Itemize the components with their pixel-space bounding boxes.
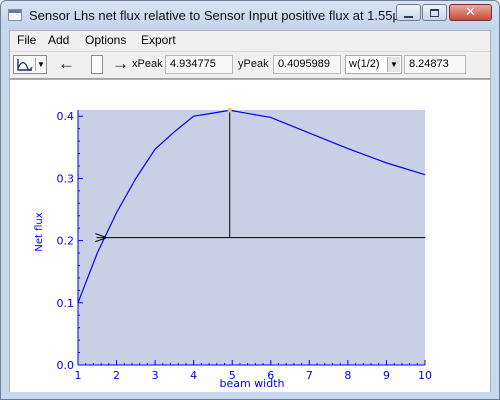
y-peak-label: yPeak [238, 58, 269, 70]
close-button[interactable]: ✕ [449, 4, 492, 21]
peak-marker-point [227, 108, 232, 113]
toolbar: ▼ ← → xPeak 4.934775 yPeak 0.4095989 w(1… [10, 51, 490, 79]
y-tick-label: 0.4 [57, 110, 75, 123]
y-tick-label: 0.2 [57, 235, 75, 248]
axis-style-dropdown-arrow: ▼ [35, 58, 46, 71]
width-measure-select[interactable]: w(1/2) ▼ [345, 55, 402, 74]
x-tick-label: 4 [190, 369, 197, 382]
y-peak-value: 0.4095989 [273, 55, 341, 74]
close-icon: ✕ [465, 5, 476, 20]
window-title: Sensor Lhs net flux relative to Sensor I… [29, 8, 411, 23]
chevron-down-icon: ▼ [387, 57, 400, 72]
x-peak-value: 4.934775 [165, 55, 233, 74]
x-tick-label: 1 [75, 369, 82, 382]
x-tick-label: 9 [383, 369, 390, 382]
x-tick-label: 2 [113, 369, 120, 382]
application-window: Sensor Lhs net flux relative to Sensor I… [0, 0, 500, 400]
x-axis-title: beam width [219, 377, 284, 390]
maximize-icon [430, 8, 439, 17]
y-tick-label: 0.3 [57, 172, 75, 185]
axis-style-dropdown[interactable]: ▼ [13, 55, 47, 74]
y-tick-label: 0.0 [57, 359, 75, 372]
position-slider-thumb[interactable] [91, 55, 103, 74]
menu-options[interactable]: Options [85, 33, 126, 47]
forward-arrow-button[interactable]: → [112, 54, 129, 73]
minimize-icon [404, 15, 413, 18]
x-tick-label: 10 [418, 369, 432, 382]
title-bar: Sensor Lhs net flux relative to Sensor I… [1, 1, 499, 29]
x-tick-label: 3 [152, 369, 159, 382]
width-measure-selected-value: w(1/2) [349, 58, 380, 70]
x-tick-label: 7 [306, 369, 313, 382]
x-tick-label: 8 [344, 369, 351, 382]
x-peak-label: xPeak [132, 58, 163, 70]
menu-add[interactable]: Add [48, 33, 69, 47]
plot-panel: 1 2 3 4 5 6 7 8 9 10 0.0 0.1 0.2 0.3 0.4 Net flux beam… [10, 79, 490, 392]
width-value: 8.24873 [404, 55, 466, 74]
client-area: File Add Options Export ▼ ← → xPeak 4.93… [9, 30, 491, 392]
menu-bar: File Add Options Export [10, 31, 490, 49]
minimize-button[interactable] [396, 4, 421, 21]
y-axis-title: Net flux [34, 212, 45, 251]
net-flux-chart: 1 2 3 4 5 6 7 8 9 100.00.10.20.30.4 Net flux beam… [34, 108, 432, 390]
axis-style-icon [17, 59, 33, 71]
menu-file[interactable]: File [17, 33, 36, 47]
menu-export[interactable]: Export [141, 33, 176, 47]
y-tick-label: 0.1 [57, 297, 75, 310]
window-icon [8, 9, 22, 21]
maximize-button[interactable] [422, 4, 447, 21]
back-arrow-button[interactable]: ← [58, 54, 75, 73]
